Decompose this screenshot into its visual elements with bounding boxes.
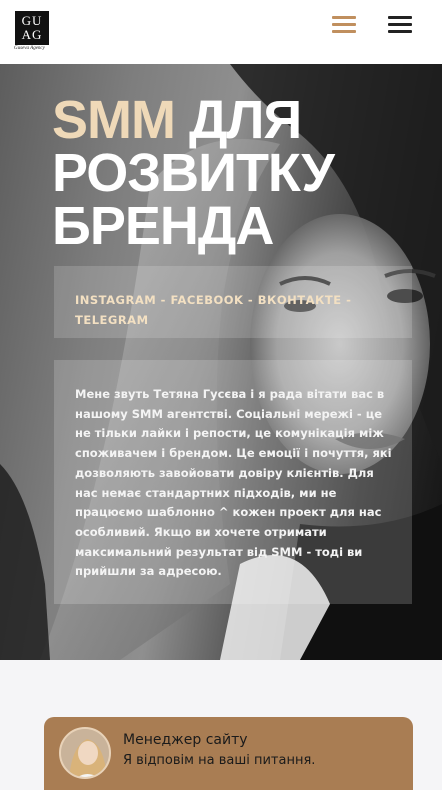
social-networks-box: INSTAGRAM - FACEBOOK - ВКОНТАКТЕ - TELEG… bbox=[54, 266, 412, 338]
site-header: GU AG Guseva Agency bbox=[0, 0, 442, 64]
hamburger-menu-icon[interactable] bbox=[332, 16, 356, 34]
manager-avatar bbox=[59, 727, 111, 779]
agency-logo[interactable]: GU AG bbox=[15, 11, 49, 45]
intro-text: Мене звуть Тетяна Гусєва і я рада вітати… bbox=[75, 387, 392, 579]
logo-line-2: AG bbox=[21, 27, 43, 42]
hero-title-accent: SMM bbox=[52, 90, 176, 150]
hero-section: SMM для розвитку бренда INSTAGRAM - FACE… bbox=[0, 64, 442, 660]
chat-title: Менеджер сайту bbox=[123, 732, 248, 748]
intro-box: Мене звуть Тетяна Гусєва і я рада вітати… bbox=[54, 360, 412, 604]
social-networks-list: INSTAGRAM - FACEBOOK - ВКОНТАКТЕ - TELEG… bbox=[75, 293, 352, 327]
hero-title: SMM для розвитку бренда bbox=[52, 93, 402, 253]
chat-subtitle: Я відповім на ваші питання. bbox=[123, 753, 316, 768]
logo-subtitle: Guseva Agency bbox=[14, 46, 45, 51]
chat-widget[interactable]: Менеджер сайту Я відповім на ваші питанн… bbox=[44, 717, 413, 790]
hamburger-menu-icon[interactable] bbox=[388, 16, 412, 34]
logo-line-1: GU bbox=[21, 13, 43, 28]
